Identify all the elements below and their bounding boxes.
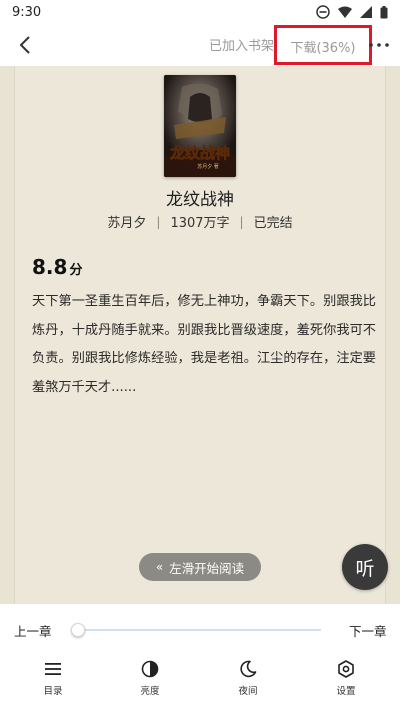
reader-toolbar: 目录 亮度 夜间 设置 bbox=[0, 658, 400, 698]
do-not-disturb-icon bbox=[316, 5, 330, 19]
back-button[interactable] bbox=[14, 34, 36, 56]
night-mode-button[interactable]: 夜间 bbox=[218, 658, 278, 698]
previous-chapter-button[interactable]: 上一章 bbox=[14, 621, 52, 640]
meta-separator: | bbox=[156, 214, 161, 229]
book-rating: 8.8 分 bbox=[32, 255, 82, 279]
book-cover[interactable]: 龙纹战神 苏月夕 著 bbox=[164, 75, 236, 177]
added-to-shelf-button[interactable]: 已加入书架 bbox=[209, 35, 274, 54]
book-title: 龙纹战神 bbox=[166, 190, 234, 210]
chapter-navigation: 上一章 下一章 bbox=[0, 618, 400, 642]
brightness-icon bbox=[141, 660, 159, 678]
toc-label: 目录 bbox=[43, 686, 63, 697]
more-dots-icon bbox=[369, 43, 389, 47]
book-synopsis: 天下第一圣重生百年后，修无上神功，争霸天下。别跟我比炼丹，十成丹随手就来。别跟我… bbox=[32, 294, 376, 395]
chapter-progress-thumb[interactable] bbox=[71, 623, 85, 637]
rating-unit: 分 bbox=[69, 263, 83, 278]
battery-icon bbox=[380, 5, 388, 18]
settings-gear-icon bbox=[338, 660, 354, 678]
brightness-label: 亮度 bbox=[140, 686, 160, 697]
swipe-hint-label: 左滑开始阅读 bbox=[169, 560, 245, 576]
settings-button[interactable]: 设置 bbox=[316, 658, 376, 698]
double-chevron-left-icon: « bbox=[155, 560, 163, 574]
settings-label: 设置 bbox=[336, 686, 356, 697]
status-icons bbox=[316, 5, 388, 19]
night-mode-label: 夜间 bbox=[238, 686, 258, 697]
download-button[interactable]: 下载(36%) bbox=[274, 25, 372, 65]
book-meta: 苏月夕 | 1307万字 | 已完结 bbox=[0, 212, 400, 232]
next-chapter-button[interactable]: 下一章 bbox=[349, 621, 387, 640]
svg-text:苏月夕 著: 苏月夕 著 bbox=[197, 163, 219, 170]
chevron-left-icon bbox=[19, 36, 30, 54]
moon-icon bbox=[240, 660, 257, 678]
swipe-to-read-button[interactable]: « 左滑开始阅读 bbox=[139, 553, 261, 581]
top-app-bar: 已加入书架 下载(36%) bbox=[0, 24, 400, 66]
more-options-button[interactable] bbox=[366, 34, 392, 56]
brightness-button[interactable]: 亮度 bbox=[120, 658, 180, 698]
download-label: 下载(36%) bbox=[290, 40, 356, 56]
book-status: 已完结 bbox=[253, 216, 293, 231]
meta-separator: | bbox=[239, 214, 244, 229]
cellular-signal-icon bbox=[360, 6, 372, 18]
wifi-icon bbox=[338, 6, 352, 18]
rating-value: 8.8 bbox=[32, 255, 68, 279]
book-author[interactable]: 苏月夕 bbox=[107, 212, 146, 231]
book-word-count: 1307万字 bbox=[170, 216, 230, 231]
status-bar: 9:30 bbox=[0, 0, 400, 24]
table-of-contents-button[interactable]: 目录 bbox=[23, 658, 83, 698]
chapter-progress-slider[interactable] bbox=[77, 629, 321, 631]
status-time: 9:30 bbox=[12, 4, 42, 20]
listen-button[interactable]: 听 bbox=[342, 544, 388, 590]
reader-bottom-panel: 上一章 下一章 目录 亮度 夜间 设置 bbox=[0, 604, 400, 710]
svg-text:龙纹战神: 龙纹战神 bbox=[169, 144, 230, 162]
listen-label: 听 bbox=[355, 557, 375, 580]
menu-list-icon bbox=[45, 663, 61, 675]
